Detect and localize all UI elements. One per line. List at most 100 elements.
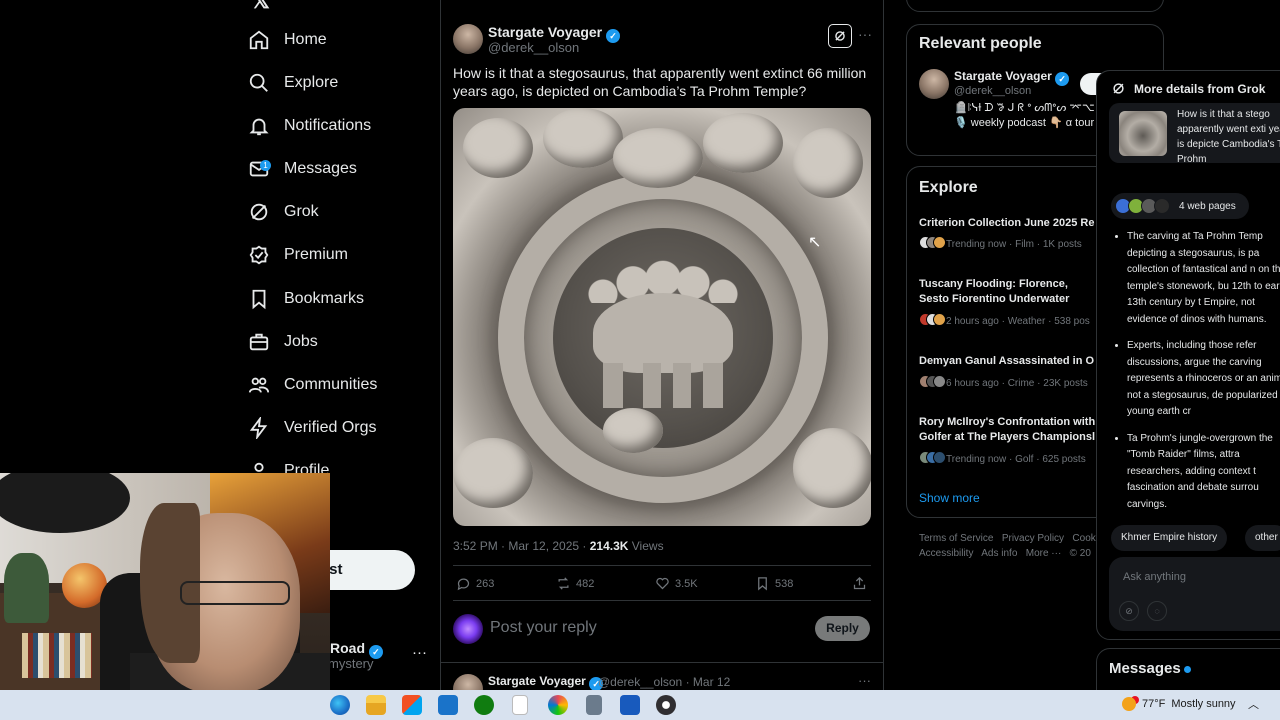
footer-link[interactable]: Ads info bbox=[981, 548, 1017, 559]
like-action[interactable]: 3.5K bbox=[655, 576, 698, 591]
nav-label: Communities bbox=[284, 376, 378, 393]
bookmark-count: 538 bbox=[775, 577, 794, 590]
premium-icon bbox=[249, 245, 269, 265]
weather-text: Mostly sunny bbox=[1171, 698, 1236, 710]
bookmark-icon bbox=[758, 577, 767, 591]
explore-title: Explore bbox=[919, 179, 978, 196]
messages-drawer[interactable]: Messages bbox=[1096, 648, 1280, 692]
tweet-views-label: Views bbox=[628, 539, 664, 553]
tweet-image[interactable] bbox=[453, 108, 871, 526]
reply-button[interactable]: Reply bbox=[815, 616, 870, 641]
x-logo-icon[interactable]: 𝕏 bbox=[252, 0, 270, 14]
stegosaurus-body bbox=[593, 293, 733, 373]
trend-avatars bbox=[919, 236, 946, 252]
grok-context-text: How is it that a stego apparently went e… bbox=[1177, 109, 1280, 165]
nav-item-messages[interactable]: 1 Messages bbox=[248, 149, 357, 189]
repost-icon bbox=[558, 577, 569, 590]
trend-title[interactable]: Demyan Ganul Assassinated in O bbox=[919, 354, 1099, 369]
messages-drawer-title: Messages bbox=[1109, 660, 1181, 677]
tweet-more-icon[interactable]: ··· bbox=[858, 26, 872, 42]
reply-more-icon[interactable]: ··· bbox=[858, 673, 871, 688]
mouse-cursor-icon: ↖ bbox=[808, 234, 822, 251]
nav-item-bookmarks[interactable]: Bookmarks bbox=[248, 279, 364, 319]
footer-copyright: © 20 bbox=[1069, 548, 1091, 559]
edge-icon[interactable] bbox=[330, 695, 350, 715]
footer-link[interactable]: More ··· bbox=[1026, 548, 1062, 559]
bookmark-action[interactable]: 538 bbox=[755, 576, 793, 591]
carving-ornament bbox=[603, 408, 663, 453]
account-name-text: Road bbox=[330, 640, 365, 656]
footer-link[interactable]: Cooki bbox=[1072, 533, 1098, 544]
grok-panel: More details from Grok How is it that a … bbox=[1096, 70, 1280, 640]
tweet-author-handle[interactable]: @derek__olson bbox=[488, 40, 579, 55]
reply-action[interactable]: 263 bbox=[456, 576, 494, 591]
lightning-icon bbox=[249, 417, 268, 439]
relevant-person-bio: 🪦ꖎᓭƗ ᗪ ꖃ ᒍ ᖇ ᐤ ᔕᗰᐤᔕ ⌤⌥ 🎙️ weekly podcast… bbox=[954, 102, 1095, 129]
tweet-time: 3:52 PM · Mar 12, 2025 · bbox=[453, 539, 590, 553]
nav-item-grok[interactable]: Grok bbox=[248, 192, 319, 232]
tweet-meta: 3:52 PM · Mar 12, 2025 · 214.3K Views bbox=[453, 539, 664, 553]
share-action[interactable] bbox=[852, 576, 867, 591]
messages-badge: 1 bbox=[260, 160, 271, 171]
grok-explain-button[interactable] bbox=[828, 24, 852, 48]
books-image bbox=[22, 633, 92, 678]
relevant-person-avatar[interactable] bbox=[919, 69, 949, 99]
xbox-icon[interactable] bbox=[474, 695, 494, 715]
weather-widget[interactable]: 77°F Mostly sunny bbox=[1122, 697, 1236, 711]
nav-label: Premium bbox=[284, 246, 349, 263]
carving-ornament bbox=[793, 428, 871, 508]
nav-item-home[interactable]: Home bbox=[248, 20, 327, 60]
footer-links: Terms of Service Privacy Policy Cooki Ac… bbox=[919, 531, 1109, 561]
user-avatar[interactable] bbox=[453, 614, 483, 644]
chevron-up-icon[interactable]: ︿ bbox=[1248, 696, 1259, 712]
share-icon bbox=[853, 576, 866, 590]
notepad-icon[interactable] bbox=[512, 695, 528, 715]
paint-icon[interactable] bbox=[548, 695, 568, 715]
nav-label: Jobs bbox=[284, 333, 318, 350]
nav-item-communities[interactable]: Communities bbox=[248, 365, 377, 405]
store-icon[interactable] bbox=[402, 695, 422, 715]
web-pages-pill[interactable]: 4 web pages bbox=[1111, 193, 1249, 219]
trend-title[interactable]: Criterion Collection June 2025 Re bbox=[919, 216, 1099, 231]
footer-link[interactable]: Terms of Service bbox=[919, 533, 993, 544]
footer-link[interactable]: Accessibility bbox=[919, 548, 973, 559]
trend-meta: 6 hours ago · Crime · 23K posts bbox=[919, 375, 1088, 391]
repost-action[interactable]: 482 bbox=[556, 576, 594, 591]
grok-answer-item: Ta Prohm's jungle-overgrown the "Tomb Ra… bbox=[1127, 431, 1280, 514]
trend-title[interactable]: Tuscany Flooding: Florence, Sesto Fioren… bbox=[919, 277, 1099, 307]
account-more-icon[interactable]: ··· bbox=[412, 644, 427, 661]
grok-context-post[interactable]: How is it that a stego apparently went e… bbox=[1109, 103, 1280, 165]
relevant-person-name[interactable]: Stargate Voyager ✓ bbox=[954, 69, 1070, 86]
calculator-icon[interactable] bbox=[586, 695, 602, 715]
trend-meta-text: 6 hours ago · Crime · 23K posts bbox=[946, 377, 1088, 389]
carving-ornament bbox=[793, 128, 863, 198]
folder-icon[interactable] bbox=[366, 695, 386, 715]
divider bbox=[453, 600, 871, 601]
grok-context-thumbnail bbox=[1119, 111, 1167, 156]
suggestion-chip[interactable]: Khmer Empire history bbox=[1111, 525, 1228, 551]
nav-item-notifications[interactable]: Notifications bbox=[248, 106, 371, 146]
nav-item-verified-orgs[interactable]: Verified Orgs bbox=[248, 408, 376, 448]
reply-input[interactable]: Post your reply bbox=[490, 619, 597, 637]
nav-item-explore[interactable]: Explore bbox=[248, 63, 338, 103]
trend-title[interactable]: Rory McIlroy's Confrontation with Golfer… bbox=[919, 415, 1099, 445]
heart-icon bbox=[656, 577, 669, 590]
reply-count: 263 bbox=[476, 577, 495, 590]
mail-icon[interactable] bbox=[438, 695, 458, 715]
author-avatar[interactable] bbox=[453, 24, 483, 54]
grok-ask-input[interactable]: Ask anything ⊘ ◌ bbox=[1109, 557, 1280, 631]
footer-link[interactable]: Privacy Policy bbox=[1002, 533, 1064, 544]
trend-avatars bbox=[919, 451, 946, 467]
nav-item-premium[interactable]: Premium bbox=[248, 235, 348, 275]
show-more-link[interactable]: Show more bbox=[919, 491, 980, 505]
reply-author-name[interactable]: Stargate Voyager ✓ bbox=[488, 674, 604, 691]
stegosaurus-legs bbox=[603, 363, 723, 408]
word-icon[interactable] bbox=[620, 695, 640, 715]
grok-answer-item: Experts, including those refer discussio… bbox=[1127, 338, 1280, 421]
suggestion-chip[interactable]: other bbox=[1245, 525, 1280, 551]
obs-icon[interactable] bbox=[656, 695, 676, 715]
grok-ask-placeholder: Ask anything bbox=[1123, 571, 1186, 583]
nav-item-jobs[interactable]: Jobs bbox=[248, 322, 318, 362]
attach-icon[interactable]: ⊘ bbox=[1119, 601, 1139, 621]
lightbulb-icon[interactable]: ◌ bbox=[1147, 601, 1167, 621]
